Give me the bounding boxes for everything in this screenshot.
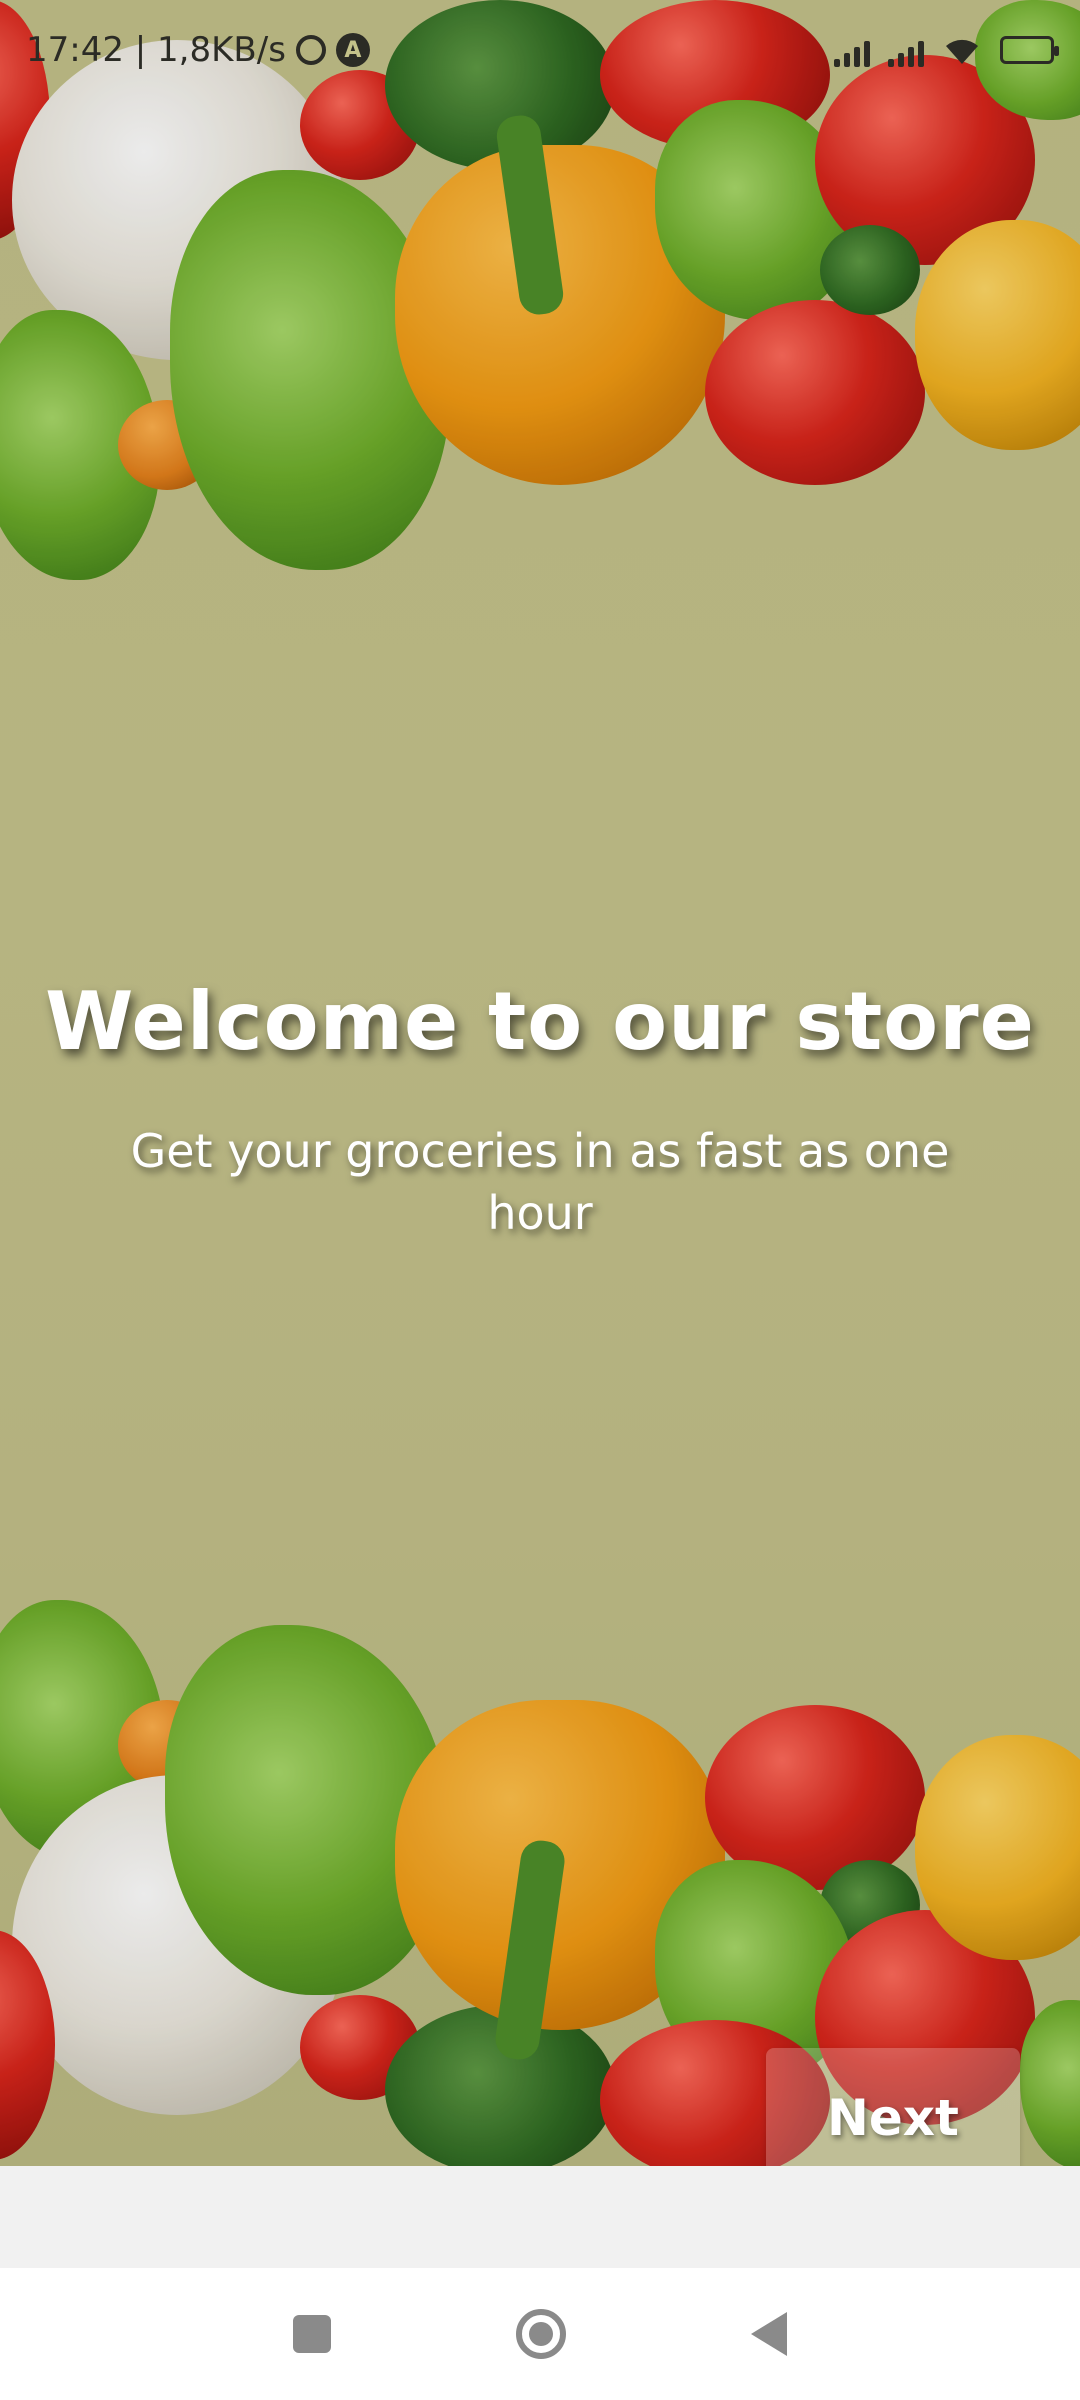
status-bar: 17:42 | 1,8KB/s A [0, 0, 1080, 100]
system-nav-bar [0, 2268, 1080, 2400]
circle-home-icon[interactable] [515, 2309, 566, 2359]
page-title: Welcome to our store [45, 975, 1035, 1068]
battery-icon [1000, 36, 1059, 64]
dim-overlay [0, 0, 1080, 2166]
home-dot-icon [528, 2322, 553, 2346]
alarm-icon [295, 35, 326, 65]
onboarding-screen: 17:42 | 1,8KB/s A Welcome to our store G… [0, 0, 1080, 2400]
triangle-back-icon[interactable] [751, 2312, 788, 2356]
square-icon[interactable] [292, 2315, 331, 2353]
page-subtitle: Get your groceries in as fast as one hou… [130, 1124, 950, 1240]
signal-icon [834, 33, 870, 67]
vegetable-background [0, 0, 1080, 2166]
a-badge-icon: A [335, 33, 370, 67]
signal-icon [888, 33, 924, 67]
status-time-speed: 17:42 | 1,8KB/s [26, 30, 286, 70]
wifi-icon [946, 39, 978, 64]
bottom-spacer [0, 2166, 1080, 2268]
